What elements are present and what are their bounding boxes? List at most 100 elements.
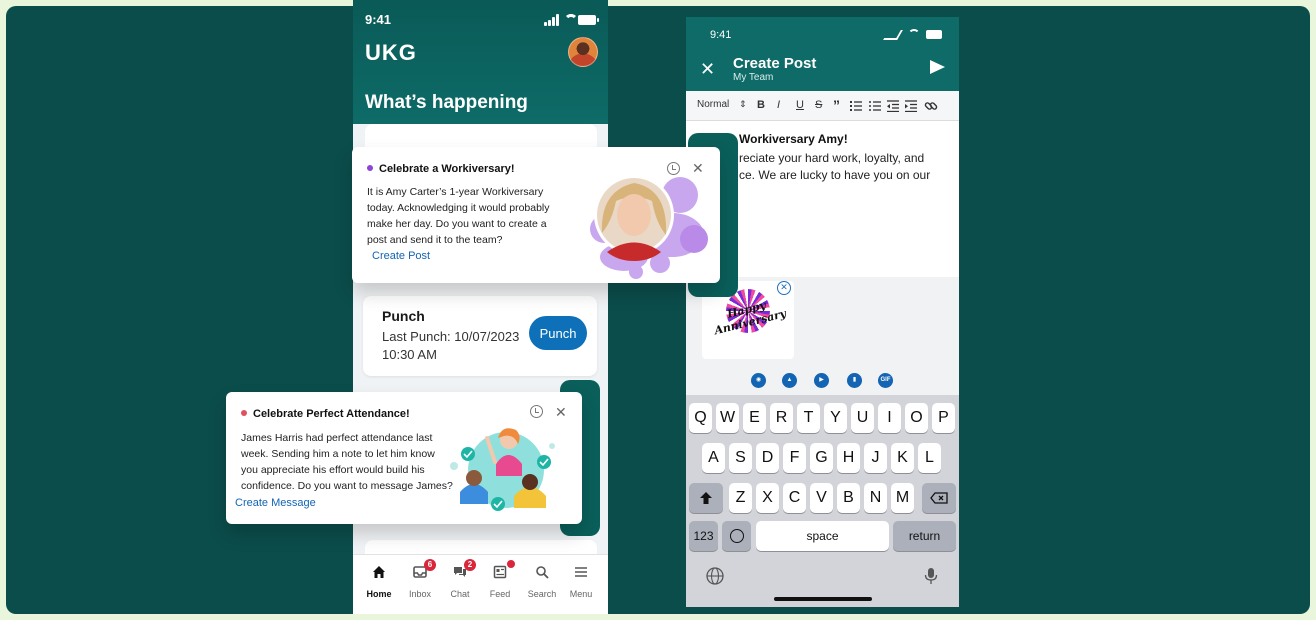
battery-icon: [926, 30, 942, 39]
card-title: Celebrate a Workiversary!: [367, 163, 515, 175]
italic-button[interactable]: I: [777, 99, 780, 111]
globe-icon[interactable]: [706, 567, 724, 585]
ordered-list-icon[interactable]: [850, 100, 862, 112]
card-body-line: you appreciate his effort would build hi…: [241, 464, 425, 476]
gif-icon[interactable]: GIF: [878, 373, 893, 388]
key-k[interactable]: K: [891, 443, 914, 473]
bullet-list-icon[interactable]: [869, 100, 881, 112]
video-icon[interactable]: ▶: [814, 373, 829, 388]
create-message-link[interactable]: Create Message: [235, 497, 316, 509]
text-style-select[interactable]: Normal: [697, 99, 729, 110]
strikethrough-button[interactable]: S: [815, 99, 822, 111]
key-p[interactable]: P: [932, 403, 955, 433]
key-r[interactable]: R: [770, 403, 793, 433]
tab-feed[interactable]: Feed: [480, 560, 520, 607]
card-title-text: Celebrate a Workiversary!: [379, 163, 515, 175]
punch-button[interactable]: Punch: [529, 316, 587, 350]
tab-home[interactable]: Home: [359, 563, 399, 607]
key-n[interactable]: N: [864, 483, 887, 513]
underline-button[interactable]: U: [796, 99, 804, 111]
bottom-tab-bar: Home 6 Inbox 2 Chat Feed Search Menu: [353, 554, 608, 614]
key-u[interactable]: U: [851, 403, 874, 433]
key-w[interactable]: W: [716, 403, 739, 433]
editor-text-line: reciate your hard work, loyalty, and: [739, 151, 925, 165]
key-l[interactable]: L: [918, 443, 941, 473]
microphone-icon[interactable]: [924, 567, 938, 585]
camera-icon[interactable]: ◉: [751, 373, 766, 388]
menu-icon: [575, 567, 587, 577]
signal-icon: [544, 22, 547, 26]
key-g[interactable]: G: [810, 443, 833, 473]
return-key[interactable]: return: [893, 521, 956, 551]
key-q[interactable]: Q: [689, 403, 712, 433]
tab-inbox[interactable]: 6 Inbox: [400, 559, 440, 607]
key-b[interactable]: B: [837, 483, 860, 513]
create-post-link[interactable]: Create Post: [372, 250, 430, 262]
key-d[interactable]: D: [756, 443, 779, 473]
backspace-key[interactable]: [922, 483, 956, 513]
key-h[interactable]: H: [837, 443, 860, 473]
tab-chat[interactable]: 2 Chat: [440, 559, 480, 607]
send-icon[interactable]: [930, 60, 945, 74]
key-m[interactable]: M: [891, 483, 914, 513]
tab-search[interactable]: Search: [522, 563, 562, 607]
snooze-icon[interactable]: [530, 405, 543, 418]
status-bar: 9:41: [710, 29, 942, 43]
status-bar: 9:41: [365, 12, 599, 28]
key-e[interactable]: E: [743, 403, 766, 433]
card-body-line: It is Amy Carter’s 1-year Workiversary: [367, 186, 544, 198]
key-f[interactable]: F: [783, 443, 806, 473]
ukg-logo: UKG: [365, 40, 417, 65]
link-icon[interactable]: [924, 99, 938, 113]
card-body: James Harris had perfect attendance last…: [241, 430, 453, 494]
photo-icon[interactable]: ▲: [782, 373, 797, 388]
key-i[interactable]: I: [878, 403, 901, 433]
page-title: What’s happening: [365, 92, 528, 113]
editor-heading: Workiversary Amy!: [739, 132, 848, 146]
shift-key[interactable]: [689, 483, 723, 513]
wifi-icon: [908, 29, 920, 41]
outdent-icon[interactable]: [887, 100, 899, 112]
search-icon: [536, 566, 549, 579]
card-body-line: today. Acknowledging it would probably: [367, 202, 550, 214]
key-a[interactable]: A: [702, 443, 725, 473]
emoji-key[interactable]: [722, 521, 751, 551]
remove-attachment-icon[interactable]: ✕: [777, 281, 791, 295]
chevron-updown-icon[interactable]: ⇕: [739, 99, 747, 110]
close-icon[interactable]: ✕: [700, 59, 715, 80]
create-post-phone: 9:41 ✕ Create Post My Team Normal ⇕ B I …: [686, 17, 959, 607]
feed-icon: [493, 565, 507, 579]
key-o[interactable]: O: [905, 403, 928, 433]
file-icon[interactable]: ▮: [847, 373, 862, 388]
key-x[interactable]: X: [756, 483, 779, 513]
quote-button[interactable]: ”: [833, 97, 840, 113]
key-c[interactable]: C: [783, 483, 806, 513]
key-v[interactable]: V: [810, 483, 833, 513]
tab-menu[interactable]: Menu: [561, 563, 601, 607]
background-panel: [6, 6, 1310, 614]
key-s[interactable]: S: [729, 443, 752, 473]
indent-icon[interactable]: [905, 100, 917, 112]
tab-label: Home: [366, 589, 392, 599]
card-body-line: make her day. Do you want to create a: [367, 218, 547, 230]
signal-bar: [548, 20, 551, 26]
user-avatar[interactable]: [568, 37, 598, 67]
key-y[interactable]: Y: [824, 403, 847, 433]
emoji-icon: [729, 529, 744, 543]
keyboard: Q W E R T Y U I O P A S D F G H J K L Z …: [686, 395, 959, 607]
home-indicator: [774, 597, 872, 601]
key-j[interactable]: J: [864, 443, 887, 473]
numbers-key[interactable]: 123: [689, 521, 718, 551]
post-audience[interactable]: My Team: [733, 72, 773, 83]
create-post-header: 9:41 ✕ Create Post My Team: [686, 17, 959, 91]
key-z[interactable]: Z: [729, 483, 752, 513]
signal-bar: [552, 17, 555, 26]
key-t[interactable]: T: [797, 403, 820, 433]
space-key[interactable]: space: [756, 521, 889, 551]
editor-text-line: ce. We are lucky to have you on our: [739, 168, 931, 182]
media-toolbar: ◉ ▲ ▶ ▮ GIF: [686, 365, 959, 395]
tab-label: Inbox: [408, 589, 432, 599]
card-body: It is Amy Carter’s 1-year Workiversary t…: [367, 184, 550, 248]
signal-icon: [883, 30, 903, 40]
bold-button[interactable]: B: [757, 99, 765, 111]
